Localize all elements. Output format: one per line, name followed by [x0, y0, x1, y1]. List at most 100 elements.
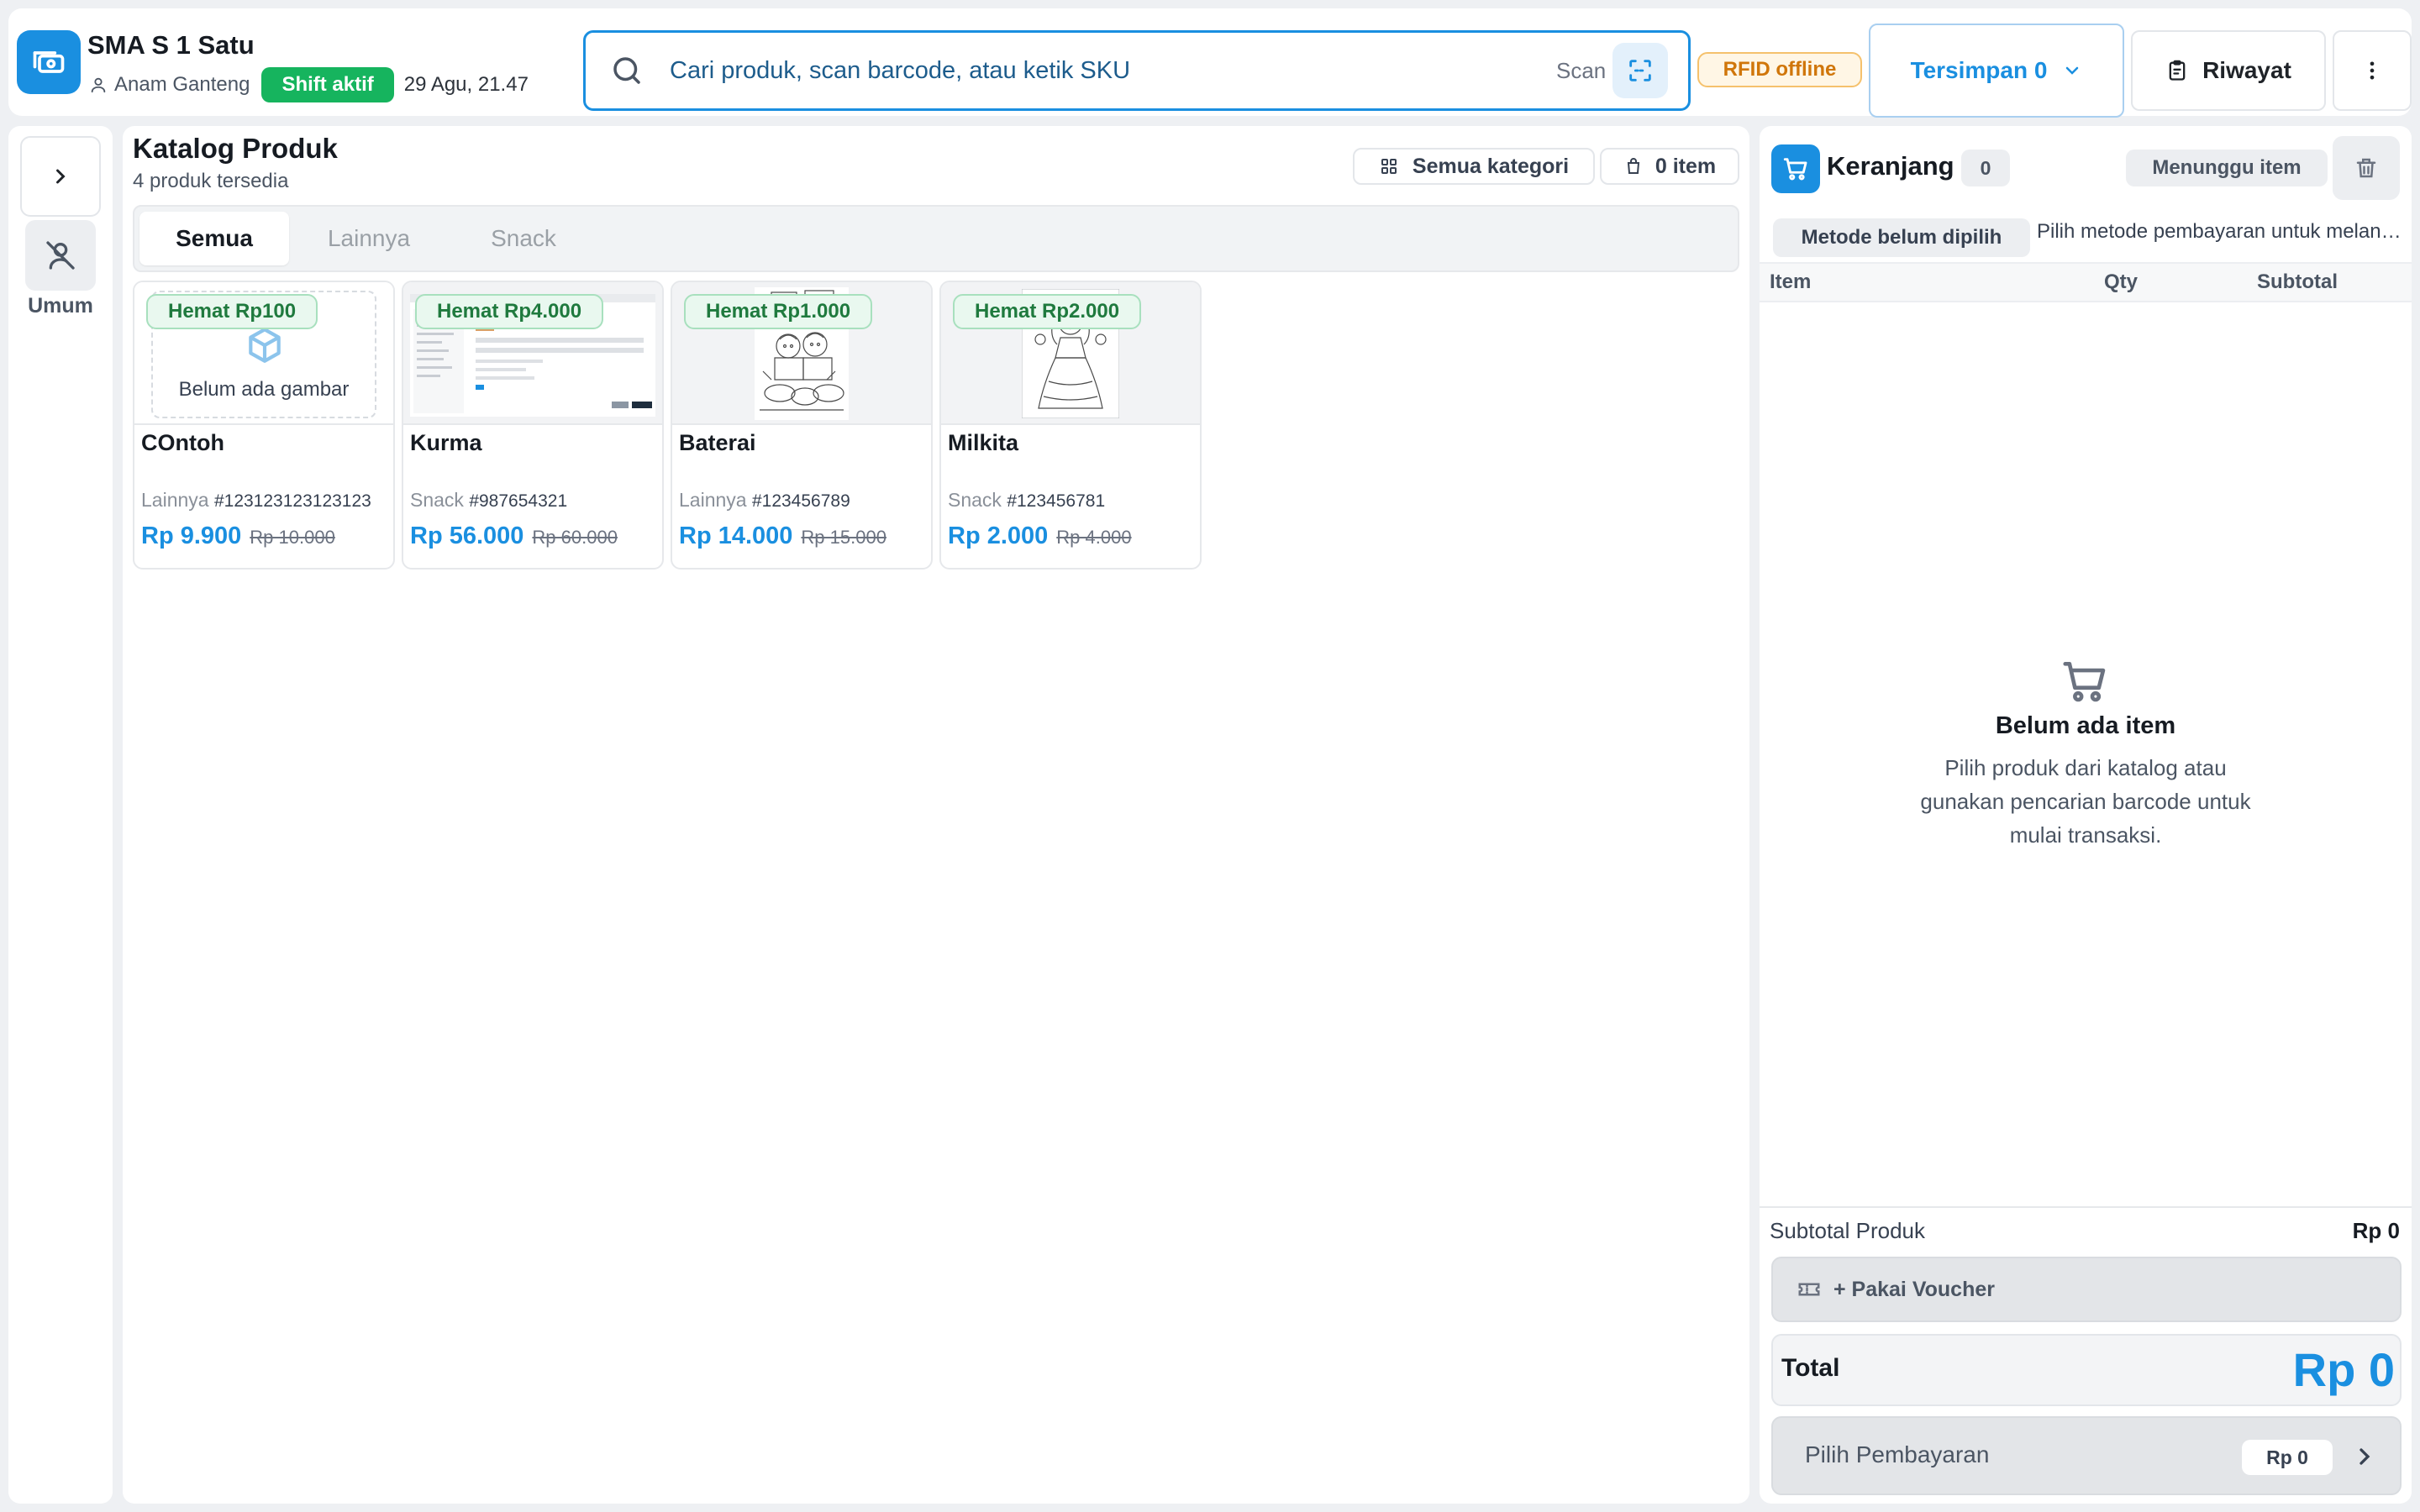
clear-cart-button[interactable] [2333, 136, 2400, 200]
scan-icon [1629, 60, 1651, 81]
payment-label: Pilih Pembayaran [1805, 1441, 1990, 1467]
product-category: Snack [948, 489, 1002, 511]
subtotal-label: Subtotal Produk [1770, 1218, 1926, 1243]
user-off-icon [44, 239, 77, 272]
product-meta: Snack #123456781 [948, 489, 1105, 512]
choose-payment-button[interactable]: Pilih Pembayaran Rp 0 [1771, 1416, 2402, 1495]
discount-badge: Hemat Rp1.000 [684, 294, 873, 329]
trash-icon [2354, 155, 2379, 181]
user-icon [89, 76, 108, 94]
chevron-right-icon [2351, 1443, 2378, 1470]
payment-method-hint: Pilih metode pembayaran untuk melanjutka… [2037, 220, 2402, 243]
total-value: Rp 0 [2292, 1343, 2395, 1396]
item-count-label: 0 item [1655, 154, 1717, 178]
product-card[interactable]: Hemat Rp1.000 Baterai Lainnya #123456789… [671, 281, 933, 570]
category-filter-button[interactable]: Semua kategori [1353, 148, 1595, 185]
product-price: Rp 14.000 [679, 522, 793, 549]
product-search[interactable]: Scan [583, 30, 1691, 111]
shopping-bag-icon [1623, 156, 1644, 176]
cart-title: Keranjang [1827, 151, 1954, 181]
product-price: Rp 56.000 [410, 522, 524, 549]
top-bar: SMA S 1 Satu Anam Ganteng Shift aktif 29… [8, 8, 2412, 118]
product-sku: #123456789 [751, 491, 850, 511]
tab-semua[interactable]: Semua [139, 212, 289, 265]
voucher-label: + Pakai Voucher [1833, 1277, 1995, 1301]
product-card[interactable]: Belum ada gambar Hemat Rp100 COntoh Lain… [133, 281, 395, 570]
price-row: Rp 2.000 Rp 4.000 [948, 522, 1132, 550]
chevron-down-icon [2062, 60, 2082, 81]
product-price: Rp 9.900 [141, 522, 242, 549]
empty-cart-icon [2059, 655, 2111, 707]
column-qty: Qty [2104, 270, 2139, 293]
cart-status-badge: Menunggu item [2126, 150, 2328, 186]
expand-sidebar-button[interactable] [20, 136, 101, 217]
price-row: Rp 14.000 Rp 15.000 [679, 522, 886, 550]
catalog-subtitle: 4 produk tersedia [133, 170, 289, 192]
subtotal-value: Rp 0 [2352, 1218, 2400, 1243]
category-filter-label: Semua kategori [1412, 154, 1570, 178]
customer-label: Umum [28, 294, 93, 318]
cart-count-badge: 0 [1961, 150, 2010, 186]
product-old-price: Rp 10.000 [250, 527, 335, 548]
search-icon [609, 53, 644, 88]
tab-snack[interactable]: Snack [449, 212, 598, 265]
shift-status-badge[interactable]: Shift aktif [261, 67, 394, 102]
history-label: Riwayat [2202, 57, 2291, 83]
cart-icon [1771, 144, 1820, 193]
product-old-price: Rp 60.000 [532, 527, 618, 548]
user-info: Anam Ganteng Shift aktif 29 Agu, 21.47 [89, 67, 529, 102]
cart-table-header: Item Qty Subtotal [1760, 262, 2412, 302]
column-item: Item [1770, 270, 1812, 293]
product-category: Lainnya [679, 489, 747, 511]
clipboard-icon [2165, 59, 2189, 82]
payment-amount: Rp 0 [2242, 1440, 2333, 1475]
ticket-icon [1797, 1277, 1822, 1302]
voucher-button[interactable]: + Pakai Voucher [1771, 1257, 2402, 1322]
product-sku: #123123123123123 [213, 491, 371, 511]
saved-transactions-button[interactable]: Tersimpan 0 [1869, 24, 2124, 118]
current-datetime: 29 Agu, 21.47 [403, 73, 529, 96]
scan-label: Scan [1556, 58, 1607, 83]
grid-icon [1379, 156, 1399, 176]
cash-register-icon [17, 30, 81, 94]
product-price: Rp 2.000 [948, 522, 1049, 549]
product-meta: Lainnya #123456789 [679, 489, 850, 512]
product-meta: Lainnya #123123123123123 [141, 489, 371, 512]
cart-panel: Keranjang 0 Menunggu item Metode belum d… [1760, 126, 2412, 1504]
search-input[interactable] [670, 50, 1392, 92]
cashier-name: Anam Ganteng [114, 73, 250, 96]
product-category: Lainnya [141, 489, 209, 511]
column-subtotal: Subtotal [2257, 270, 2338, 293]
item-count-button[interactable]: 0 item [1600, 148, 1739, 185]
more-options-button[interactable] [2333, 30, 2412, 111]
product-catalog: Katalog Produk 4 produk tersedia Semua k… [123, 126, 1749, 1504]
empty-cart-title: Belum ada item [1995, 712, 2176, 739]
saved-label: Tersimpan 0 [1910, 57, 2048, 83]
product-meta: Snack #987654321 [410, 489, 567, 512]
scan-button[interactable] [1612, 43, 1668, 98]
customer-select-button[interactable] [25, 220, 96, 291]
history-button[interactable]: Riwayat [2131, 30, 2326, 111]
discount-badge: Hemat Rp4.000 [415, 294, 604, 329]
left-sidebar: Umum [8, 126, 113, 1504]
rfid-status-badge: RFID offline [1697, 52, 1862, 87]
price-row: Rp 56.000 Rp 60.000 [410, 522, 618, 550]
product-category: Snack [410, 489, 464, 511]
more-vertical-icon [2360, 59, 2384, 82]
catalog-title: Katalog Produk [133, 133, 338, 164]
product-old-price: Rp 15.000 [801, 527, 886, 548]
product-name: Baterai [679, 430, 756, 455]
product-name: Kurma [410, 430, 482, 455]
payment-method-badge[interactable]: Metode belum dipilih [1773, 218, 2030, 257]
no-image-label: Belum ada gambar [178, 378, 350, 401]
product-sku: #123456781 [1007, 491, 1106, 511]
tab-lainnya[interactable]: Lainnya [294, 212, 444, 265]
product-name: COntoh [141, 430, 224, 455]
store-name: SMA S 1 Satu [87, 30, 255, 60]
product-card[interactable]: Hemat Rp2.000 Milkita Snack #123456781 R… [939, 281, 1202, 570]
product-card[interactable]: Hemat Rp4.000 Kurma Snack #987654321 Rp … [402, 281, 664, 570]
empty-cart-description: Pilih produk dari katalog atau gunakan p… [1920, 755, 2251, 848]
category-tabs: Semua Lainnya Snack [133, 205, 1739, 272]
discount-badge: Hemat Rp100 [146, 294, 318, 329]
total-box: Total Rp 0 [1771, 1334, 2402, 1406]
